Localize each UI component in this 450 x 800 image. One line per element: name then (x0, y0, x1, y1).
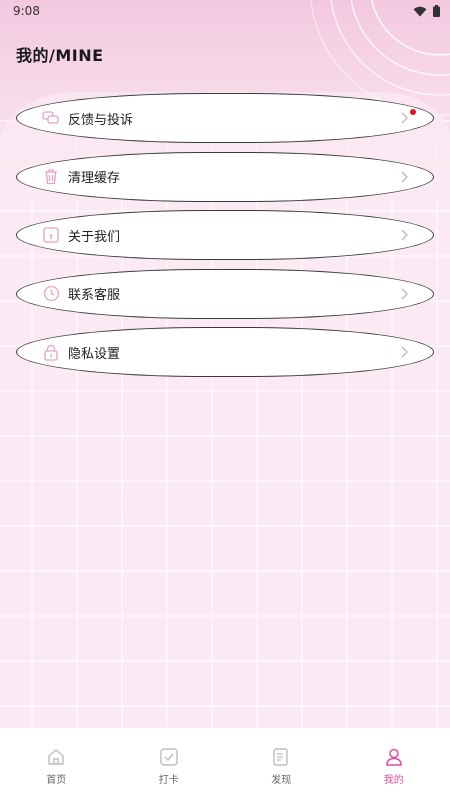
tab-label: 打卡 (158, 775, 179, 786)
trash-icon (42, 168, 60, 186)
menu-item-clear-cache[interactable]: 清理缓存 (16, 151, 434, 202)
status-icons (413, 5, 440, 17)
chevron-right-icon (401, 112, 408, 124)
notification-badge (410, 109, 416, 115)
menu-item-feedback[interactable]: 反馈与投诉 (16, 93, 434, 143)
status-bar: 9:08 (0, 0, 450, 22)
menu-item-label: 清理缓存 (68, 171, 121, 186)
profile-icon (383, 746, 405, 768)
wifi-icon (413, 6, 427, 16)
chat-bubbles-icon (42, 109, 60, 127)
info-icon (42, 226, 60, 244)
chevron-right-icon (401, 346, 408, 358)
home-icon (45, 746, 67, 768)
checkin-icon (158, 746, 180, 768)
settings-menu: 反馈与投诉 清理缓存 关于我们 联系客服 隐私设置 (16, 93, 434, 386)
lock-icon (42, 343, 60, 361)
discover-icon (270, 746, 292, 768)
chevron-right-icon (401, 229, 408, 241)
menu-item-customer-service[interactable]: 联系客服 (16, 268, 434, 319)
battery-icon (433, 5, 440, 17)
menu-item-label: 联系客服 (68, 288, 121, 303)
tab-label: 我的 (383, 775, 404, 786)
tab-label: 首页 (46, 775, 67, 786)
menu-item-about-us[interactable]: 关于我们 (16, 210, 434, 260)
chevron-right-icon (401, 288, 408, 299)
chevron-right-icon (401, 171, 408, 182)
clock-service-icon (42, 285, 60, 303)
tab-label: 发现 (271, 775, 292, 786)
tab-profile[interactable]: 我的 (354, 746, 434, 786)
bottom-tab-bar: 首页 打卡 发现 我的 (0, 728, 450, 800)
tab-checkin[interactable]: 打卡 (129, 746, 209, 786)
menu-item-label: 反馈与投诉 (68, 112, 134, 128)
menu-item-label: 隐私设置 (68, 346, 121, 362)
menu-item-privacy-settings[interactable]: 隐私设置 (16, 327, 434, 377)
page-title: 我的/MINE (16, 46, 104, 65)
tab-discover[interactable]: 发现 (241, 746, 321, 786)
tab-home[interactable]: 首页 (16, 746, 96, 786)
status-time: 9:08 (13, 4, 40, 18)
menu-item-label: 关于我们 (68, 229, 121, 245)
